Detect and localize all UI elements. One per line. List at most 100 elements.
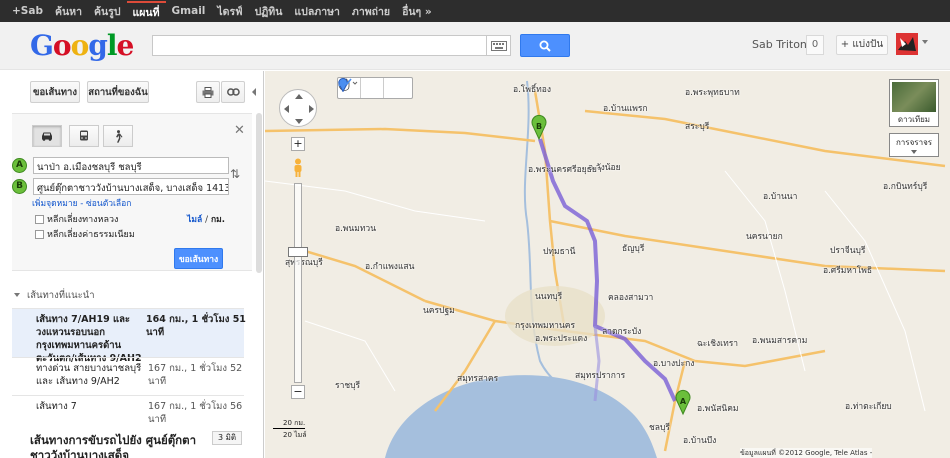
collapse-panel-arrow[interactable]: [252, 88, 256, 96]
map-scale: 20 กม. 20 ไมล์: [273, 416, 313, 442]
link-icon: [226, 88, 240, 96]
user-name[interactable]: Sab Triton: [752, 38, 807, 51]
search-button[interactable]: [520, 34, 570, 57]
map-marker-b-label: B: [536, 122, 542, 131]
logo-letter: G: [30, 29, 54, 62]
share-button[interactable]: + แบ่งปัน: [836, 35, 888, 55]
route-options: หลีกเลี่ยงทางหลวง หลีกเลี่ยงค่าธรรมเนียม…: [33, 210, 229, 243]
zoom-out-button[interactable]: −: [291, 385, 305, 399]
map-marker-b-icon: B: [531, 114, 547, 141]
route-item[interactable]: เส้นทาง 7 167 กม., 1 ชั่วโมง 56 นาที: [12, 395, 244, 425]
map-place-label: อ.กบินทร์บุรี: [883, 182, 928, 192]
topbar-item[interactable]: ปฏิทิน: [249, 3, 289, 20]
units-km-label: กม.: [211, 215, 225, 225]
map-place-label: สระบุรี: [685, 122, 710, 132]
start-location-input[interactable]: นาป่า อ.เมืองชลบุรี ชลบุรี: [33, 157, 229, 174]
keyboard-icon[interactable]: [487, 35, 511, 56]
draw-line-button[interactable]: [338, 78, 412, 98]
get-directions-button[interactable]: ขอเส้นทาง: [174, 248, 223, 269]
map-place-label: อ.บ้านนา: [763, 192, 798, 202]
route-item[interactable]: ทางด่วน สายบางนาชลบุรี และ เส้นทาง 9/AH2…: [12, 357, 244, 395]
topbar-item[interactable]: ค้นหา: [49, 3, 88, 20]
end-marker-icon: B: [12, 179, 27, 194]
map-place-label: สมุทรสาคร: [457, 374, 499, 384]
directions-panel: ขอเส้นทาง สถานที่ของฉัน ✕ A นาป่า อ.เมือ…: [0, 71, 264, 458]
mode-transit-button[interactable]: [69, 125, 99, 147]
close-directions-icon[interactable]: ✕: [234, 123, 245, 138]
bus-icon: [80, 130, 88, 141]
print-button[interactable]: [196, 81, 220, 103]
zoom-slider[interactable]: [294, 183, 302, 383]
map-place-label: คลองสามวา: [608, 293, 654, 303]
directions-title: เส้นทางการขับรถไปยัง ศูนย์ตุ๊กตาชาววังบ้…: [30, 433, 197, 458]
topbar-item[interactable]: แปลภาษา: [288, 3, 346, 20]
add-marker-button[interactable]: [338, 78, 384, 98]
logo-letter: o: [70, 29, 90, 62]
chevron-down-icon: [911, 150, 917, 154]
avoid-tolls-checkbox[interactable]: [35, 229, 44, 239]
suggested-routes-header[interactable]: เส้นทางที่แนะนำ: [14, 288, 95, 303]
zoom-in-button[interactable]: +: [291, 137, 305, 151]
mode-car-button[interactable]: [32, 125, 62, 147]
topbar-item[interactable]: +Sab: [6, 5, 49, 17]
traffic-label: การจราจร: [895, 138, 933, 147]
get-directions-tab-button[interactable]: ขอเส้นทาง: [30, 81, 80, 103]
map-place-label: อ.บ้านแพรก: [603, 104, 648, 114]
avoid-highways-label: หลีกเลี่ยงทางหลวง: [47, 215, 119, 225]
units-separator: /: [205, 215, 209, 225]
link-button[interactable]: [221, 81, 245, 103]
map-place-label: สุพรรณบุรี: [285, 258, 323, 268]
search-input[interactable]: [152, 35, 487, 56]
map-place-label: นครปฐม: [423, 306, 455, 316]
satellite-view-button[interactable]: ดาวเทียม: [889, 79, 939, 127]
collapse-caret-icon: [14, 293, 20, 297]
notification-count[interactable]: 0: [806, 35, 824, 55]
map-place-label: นนทบุรี: [535, 292, 563, 302]
topbar-item[interactable]: ค้นรูป: [88, 3, 127, 20]
avatar[interactable]: [896, 33, 918, 55]
map-place-label: อ.บ้านบึง: [683, 436, 717, 446]
avoid-highways-checkbox[interactable]: [35, 214, 44, 224]
swap-locations-icon[interactable]: ⇅: [230, 167, 240, 181]
topbar-item[interactable]: แผนที่: [126, 1, 166, 21]
avoid-highways-option[interactable]: หลีกเลี่ยงทางหลวง: [35, 212, 118, 226]
mode-walk-button[interactable]: [103, 125, 133, 147]
scale-mi: 20 ไมล์: [283, 431, 307, 439]
topbar-item[interactable]: ไดรฟ์: [211, 3, 248, 20]
map-place-label: อ.พนมสารคาม: [752, 336, 808, 346]
google-bar: +Sab ค้นหา ค้นรูป แผนที่ Gmail ไดรฟ์ ปฏิทิน แปล…: [0, 0, 950, 22]
google-logo[interactable]: Google: [30, 29, 134, 62]
3d-button[interactable]: 3 มิติ: [212, 431, 242, 445]
map-place-label: อ.บางปะกง: [653, 359, 695, 369]
logo-letter: g: [88, 29, 108, 62]
topbar-item[interactable]: Gmail: [166, 5, 212, 17]
account-menu-caret[interactable]: [922, 40, 928, 44]
end-location-input[interactable]: ศูนย์ตุ๊กตาชาววังบ้านบางเสด็จ, บางเสด็จ …: [33, 178, 229, 195]
logo-letter: l: [106, 29, 118, 62]
pan-control[interactable]: [279, 89, 317, 127]
my-places-button[interactable]: สถานที่ของฉัน: [87, 81, 149, 103]
units-miles-link[interactable]: ไมล์: [187, 215, 202, 225]
traffic-layer-button[interactable]: การจราจร: [889, 133, 939, 157]
scale-km: 20 กม.: [283, 419, 306, 427]
route-info: 167 กม., 1 ชั่วโมง 52 นาที: [148, 363, 243, 387]
add-destination-link[interactable]: เพิ่มจุดหมาย - ซ่อนตัวเลือก: [32, 196, 131, 210]
map-place-label: ชลบุรี: [649, 423, 670, 433]
map-place-label: สมุทรปราการ: [575, 371, 626, 381]
map-copyright: ข้อมูลแผนที่ ©2012 Google, Tele Atlas -: [740, 448, 873, 458]
zoom-slider-handle[interactable]: [288, 247, 308, 257]
map-canvas[interactable]: B A อ.โพธิ์ทอง อ.บ้านแพรก อ.วังน้อย อ.พระนค…: [265, 71, 950, 458]
panel-scrollbar[interactable]: [256, 113, 262, 273]
street-view-pegman-icon[interactable]: [289, 158, 307, 178]
topbar-item[interactable]: ภาพถ่าย: [346, 3, 396, 20]
avoid-tolls-option[interactable]: หลีกเลี่ยงค่าธรรมเนียม: [35, 227, 135, 241]
map-place-label: อ.พระพุทธบาท: [685, 88, 740, 98]
road: [265, 127, 536, 143]
car-icon: [42, 132, 52, 141]
map-place-label: ฉะเชิงเทรา: [697, 339, 739, 349]
route-name: เส้นทาง 7: [36, 401, 77, 412]
map-place-label: อ.พระประแดง: [535, 334, 588, 344]
route-info: 164 กม., 1 ชั่วโมง 51 นาที: [146, 314, 246, 338]
route-item[interactable]: เส้นทาง 7/AH19 และ วงแหวนรอบนอกกรุงเทพมห…: [12, 308, 246, 364]
topbar-item[interactable]: อื่นๆ »: [396, 3, 438, 20]
